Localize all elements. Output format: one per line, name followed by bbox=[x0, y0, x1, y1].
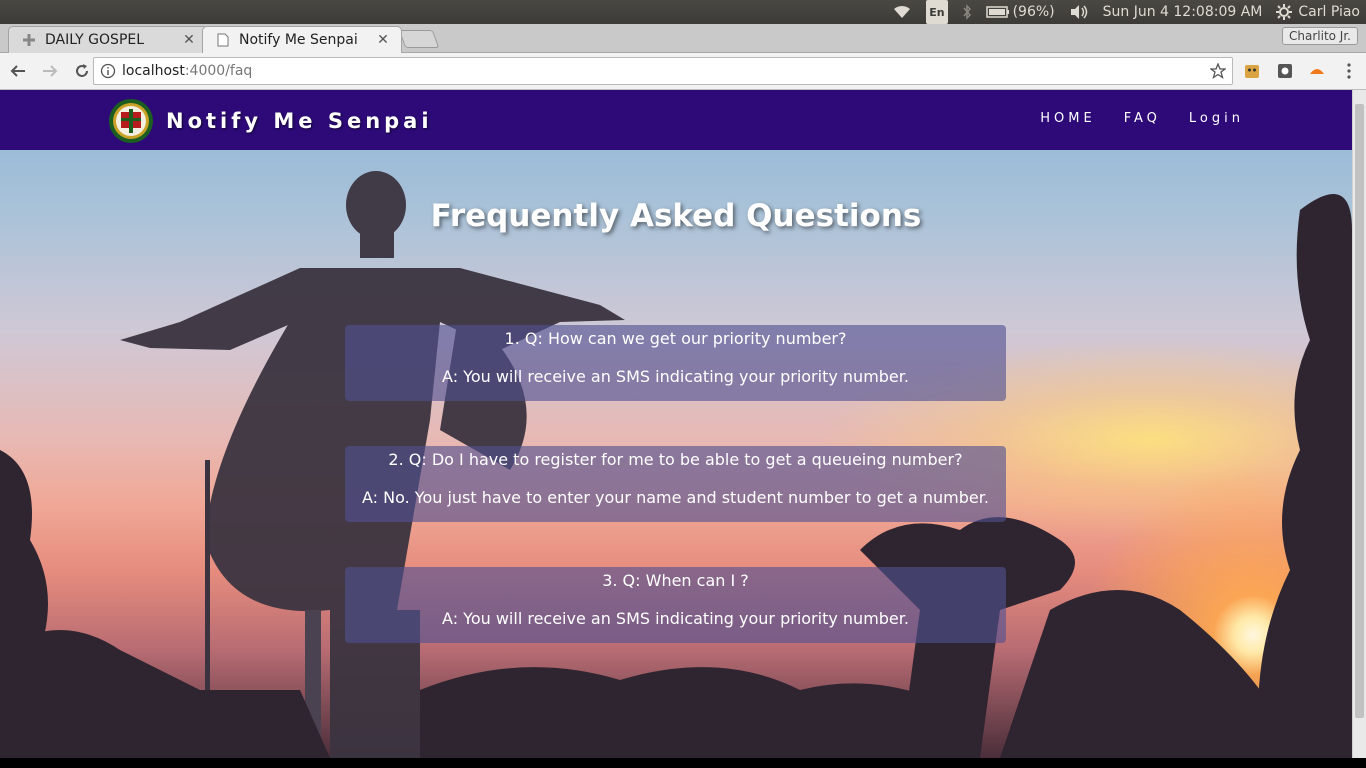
university-seal-logo bbox=[109, 99, 153, 143]
menu-kebab-icon[interactable] bbox=[1340, 62, 1358, 80]
wifi-icon[interactable] bbox=[892, 0, 912, 24]
keyboard-language-indicator[interactable]: En bbox=[926, 0, 948, 24]
browser-tab-strip: DAILY GOSPEL ✕ Notify Me Senpai ✕ Charli… bbox=[0, 24, 1366, 53]
bluetooth-icon[interactable] bbox=[962, 0, 972, 24]
faq-question: 1. Q: How can we get our priority number… bbox=[504, 329, 847, 348]
url-host: localhost bbox=[122, 63, 185, 79]
faq-question: 3. Q: When can I ? bbox=[602, 571, 749, 590]
brand-link[interactable]: Notify Me Senpai bbox=[108, 98, 433, 144]
clock[interactable]: Sun Jun 4 12:08:09 AM bbox=[1103, 0, 1263, 24]
battery-percentage: (96%) bbox=[1012, 4, 1055, 20]
brand-name: Notify Me Senpai bbox=[166, 109, 433, 133]
nav-faq-link[interactable]: FAQ bbox=[1124, 111, 1161, 126]
page-title: Frequently Asked Questions bbox=[430, 198, 922, 234]
battery-indicator[interactable]: (96%) bbox=[985, 0, 1055, 24]
page-scrollbar[interactable] bbox=[1352, 90, 1366, 758]
user-name: Carl Piao bbox=[1298, 4, 1360, 20]
back-arrow-icon[interactable] bbox=[4, 57, 32, 85]
nav-login-link[interactable]: Login bbox=[1189, 111, 1244, 126]
info-icon[interactable] bbox=[100, 63, 116, 79]
close-icon[interactable]: ✕ bbox=[181, 32, 197, 48]
volume-icon[interactable] bbox=[1069, 0, 1089, 24]
new-tab-button[interactable] bbox=[398, 30, 440, 48]
faq-item: 3. Q: When can I ? A: You will receive a… bbox=[345, 567, 1006, 643]
forward-arrow-icon[interactable] bbox=[36, 57, 64, 85]
url-path: :4000/faq bbox=[184, 63, 253, 79]
page-viewport: Notify Me Senpai HOME FAQ Login Frequent… bbox=[0, 90, 1352, 758]
os-top-bar: En (96%) Sun Jun 4 12:08:09 AM Carl Piao bbox=[0, 0, 1366, 24]
background-photo-silhouettes bbox=[0, 171, 1352, 758]
extension-icon[interactable] bbox=[1243, 62, 1261, 80]
tab-notify-me-senpai[interactable]: Notify Me Senpai ✕ bbox=[202, 26, 402, 53]
site-navbar: Notify Me Senpai HOME FAQ Login bbox=[0, 90, 1352, 150]
faq-item: 1. Q: How can we get our priority number… bbox=[345, 325, 1006, 401]
tab-title: DAILY GOSPEL bbox=[45, 32, 145, 48]
address-bar[interactable]: localhost:4000/faq bbox=[93, 57, 1233, 85]
tab-title: Notify Me Senpai bbox=[239, 32, 358, 48]
faq-item: 2. Q: Do I have to register for me to be… bbox=[345, 446, 1006, 522]
tab-daily-gospel[interactable]: DAILY GOSPEL ✕ bbox=[8, 26, 208, 53]
scrollbar-thumb[interactable] bbox=[1355, 104, 1364, 718]
gear-icon bbox=[1276, 4, 1293, 20]
screen-bottom-edge bbox=[0, 758, 1366, 768]
faq-answer: A: You will receive an SMS indicating yo… bbox=[442, 609, 909, 628]
profile-button[interactable]: Charlito Jr. bbox=[1282, 27, 1358, 45]
page-icon bbox=[215, 32, 231, 48]
faq-answer: A: No. You just have to enter your name … bbox=[362, 488, 989, 507]
browser-toolbar: localhost:4000/faq bbox=[0, 53, 1366, 90]
extension-icon[interactable] bbox=[1276, 62, 1294, 80]
cross-favicon-icon bbox=[21, 32, 37, 48]
extension-icon[interactable] bbox=[1308, 62, 1326, 80]
bookmark-star-icon[interactable] bbox=[1210, 63, 1226, 79]
nav-links: HOME FAQ Login bbox=[1040, 111, 1244, 126]
faq-answer: A: You will receive an SMS indicating yo… bbox=[442, 367, 909, 386]
user-menu[interactable]: Carl Piao bbox=[1276, 0, 1360, 24]
battery-icon bbox=[985, 6, 1009, 18]
reload-icon[interactable] bbox=[68, 57, 96, 85]
close-icon[interactable]: ✕ bbox=[375, 32, 391, 48]
nav-home-link[interactable]: HOME bbox=[1040, 111, 1095, 126]
faq-question: 2. Q: Do I have to register for me to be… bbox=[388, 450, 963, 469]
